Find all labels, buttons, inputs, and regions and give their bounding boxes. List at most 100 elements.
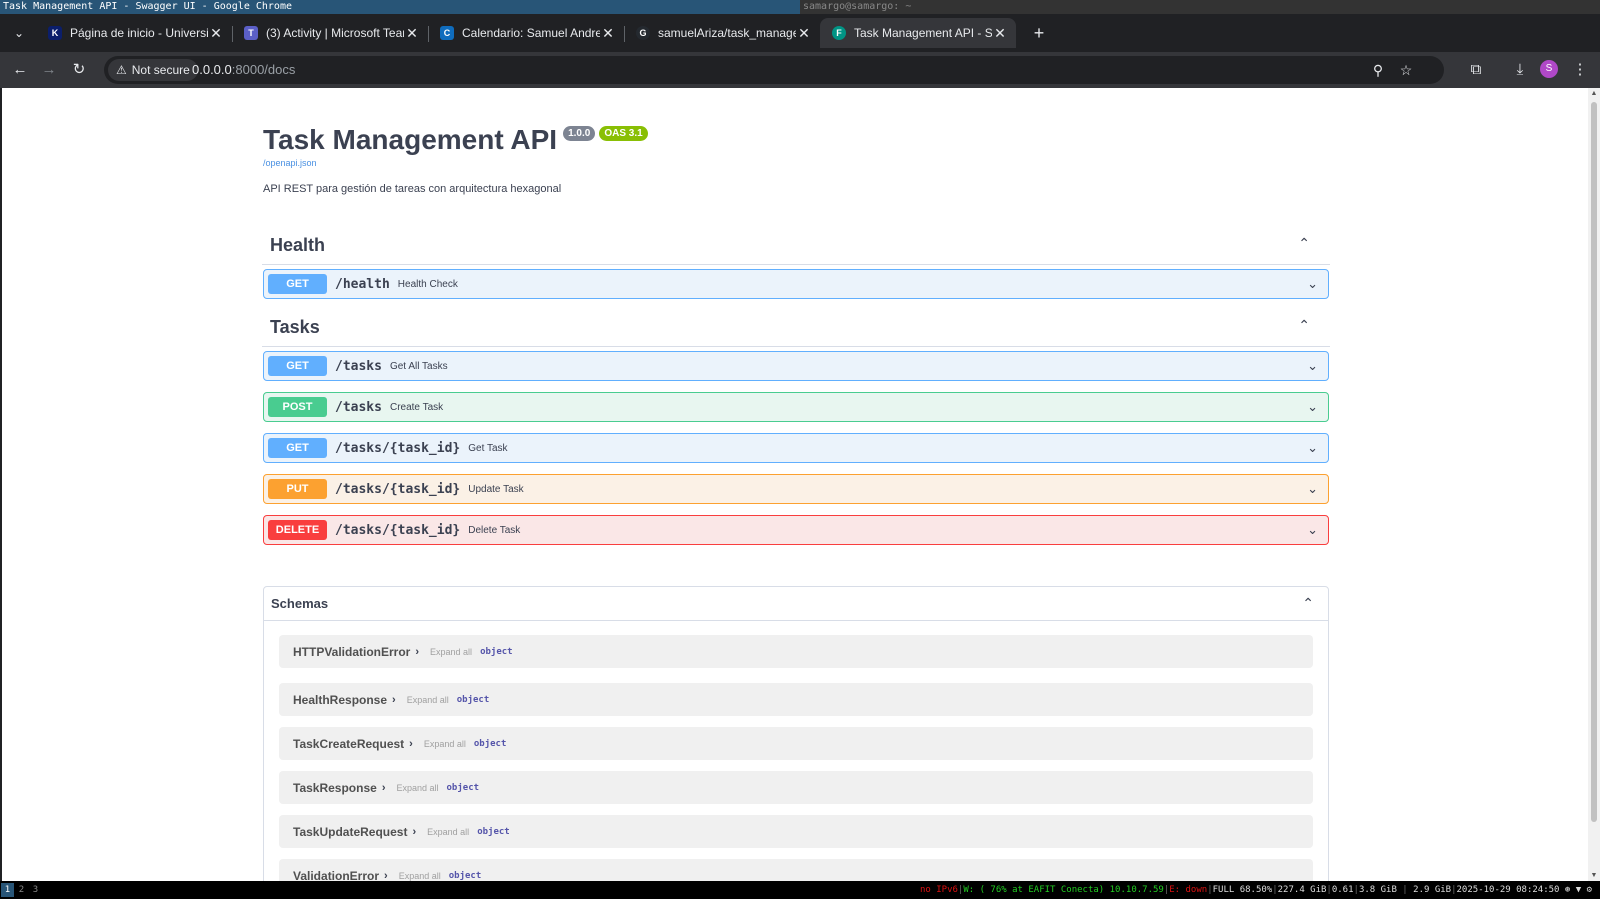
tab-close-icon[interactable]: ✕: [404, 25, 420, 42]
chevron-up-icon[interactable]: ⌃: [1298, 317, 1310, 334]
operation-get-tasks[interactable]: GET /tasks Get All Tasks ⌄: [263, 351, 1329, 381]
model-taskresponse[interactable]: TaskResponse › Expand all object: [279, 771, 1313, 804]
tab-calendario[interactable]: C Calendario: Samuel Andres A ✕: [428, 18, 624, 48]
tab-search-icon[interactable]: ⌄: [10, 24, 28, 42]
chevron-down-icon[interactable]: ⌄: [1307, 440, 1318, 456]
section-health[interactable]: Health ⌃: [262, 227, 1330, 265]
model-taskupdaterequest[interactable]: TaskUpdateRequest › Expand all object: [279, 815, 1313, 848]
window-title: Task Management API - Swagger UI - Googl…: [0, 0, 800, 14]
chevron-down-icon[interactable]: ⌄: [1307, 481, 1318, 497]
reload-icon[interactable]: ↻: [67, 58, 91, 82]
tab-close-icon[interactable]: ✕: [992, 25, 1008, 42]
page-scrollbar[interactable]: ▲ ▼: [1588, 88, 1600, 881]
window-title-bar: Task Management API - Swagger UI - Googl…: [0, 0, 1600, 14]
chevron-right-icon[interactable]: ›: [412, 826, 416, 838]
back-icon[interactable]: ←: [8, 58, 32, 82]
ipv6-status: no IPv6: [919, 885, 958, 895]
tab-close-icon[interactable]: ✕: [796, 25, 812, 42]
version-badge: 1.0.0: [563, 126, 596, 141]
new-tab-icon[interactable]: +: [1030, 24, 1048, 42]
extensions-icon[interactable]: ⧉: [1464, 58, 1488, 82]
section-tasks[interactable]: Tasks ⌃: [262, 309, 1330, 347]
scroll-down-icon[interactable]: ▼: [1588, 872, 1600, 879]
model-validationerror[interactable]: ValidationError › Expand all object: [279, 859, 1313, 881]
profile-avatar[interactable]: S: [1540, 60, 1558, 78]
expand-all-button[interactable]: Expand all: [399, 871, 441, 881]
expand-all-button[interactable]: Expand all: [424, 739, 466, 749]
system-status-bar: 1 2 3 no IPv6|W: ( 76% at EAFIT Conecta)…: [0, 881, 1600, 899]
security-chip[interactable]: ⚠ Not secure: [108, 59, 198, 81]
tab-github[interactable]: G samuelAriza/task_managem ✕: [624, 18, 820, 48]
operation-path: /tasks/{task_id}: [335, 440, 461, 456]
chevron-right-icon[interactable]: ›: [415, 646, 419, 658]
scroll-up-icon[interactable]: ▲: [1588, 90, 1600, 97]
model-type: object: [448, 870, 482, 881]
expand-all-button[interactable]: Expand all: [430, 647, 472, 657]
github-icon: G: [636, 26, 650, 40]
schemas-header[interactable]: Schemas ⌃: [264, 587, 1328, 621]
address-bar[interactable]: ⚠ Not secure 0.0.0.0:8000/docs ⚲ ☆: [104, 56, 1444, 84]
menu-kebab-icon[interactable]: ⋮: [1568, 58, 1592, 82]
chevron-down-icon[interactable]: ⌄: [1307, 358, 1318, 374]
tab-universidad[interactable]: K Página de inicio - Universida ✕: [36, 18, 232, 48]
page-title: Task Management API: [263, 124, 558, 155]
tab-teams[interactable]: T (3) Activity | Microsoft Team ✕: [232, 18, 428, 48]
tab-close-icon[interactable]: ✕: [208, 25, 224, 42]
operation-path: /tasks/{task_id}: [335, 481, 461, 497]
battery-status: FULL 68.50%: [1212, 885, 1273, 895]
openapi-json-link[interactable]: /openapi.json: [263, 158, 317, 168]
model-type: object: [446, 782, 480, 793]
chevron-down-icon[interactable]: ⌄: [1307, 522, 1318, 538]
tab-favicon-icon: K: [48, 26, 62, 40]
chevron-right-icon[interactable]: ›: [382, 782, 386, 794]
other-window-title[interactable]: samargo@samargo: ~: [800, 0, 1600, 14]
chevron-right-icon[interactable]: ›: [409, 738, 413, 750]
url-text[interactable]: 0.0.0.0:8000/docs: [192, 56, 295, 84]
operation-path: /tasks: [335, 399, 382, 415]
bookmark-star-icon[interactable]: ☆: [1394, 58, 1418, 82]
model-name: HealthResponse: [293, 692, 388, 707]
operation-get-health[interactable]: GET /health Health Check ⌄: [263, 269, 1329, 299]
method-badge: GET: [268, 438, 327, 458]
chevron-down-icon[interactable]: ⌄: [1307, 399, 1318, 415]
section-title: Tasks: [270, 317, 320, 337]
operation-get-task[interactable]: GET /tasks/{task_id} Get Task ⌄: [263, 433, 1329, 463]
oas-badge: OAS 3.1: [599, 126, 648, 141]
operation-delete-task[interactable]: DELETE /tasks/{task_id} Delete Task ⌄: [263, 515, 1329, 545]
download-icon[interactable]: ⤓: [1508, 58, 1532, 82]
workspace-1[interactable]: 1: [1, 883, 14, 897]
scrollbar-thumb[interactable]: [1591, 102, 1597, 822]
operation-post-tasks[interactable]: POST /tasks Create Task ⌄: [263, 392, 1329, 422]
model-healthresponse[interactable]: HealthResponse › Expand all object: [279, 683, 1313, 716]
tab-label: (3) Activity | Microsoft Team: [266, 26, 404, 40]
disk-status: 227.4 GiB: [1277, 885, 1327, 895]
tab-close-icon[interactable]: ✕: [600, 25, 616, 42]
operation-put-task[interactable]: PUT /tasks/{task_id} Update Task ⌄: [263, 474, 1329, 504]
zoom-icon[interactable]: ⚲: [1366, 58, 1390, 82]
expand-all-button[interactable]: Expand all: [396, 783, 438, 793]
tab-swagger[interactable]: F Task Management API - Swa ✕: [820, 18, 1016, 48]
url-path: :8000/docs: [231, 62, 296, 77]
network-tray-icon[interactable]: ▼: [1576, 885, 1581, 895]
chevron-up-icon[interactable]: ⌃: [1302, 595, 1314, 612]
operation-summary: Create Task: [389, 401, 444, 413]
settings-tray-icon[interactable]: ⚙: [1587, 885, 1592, 895]
chevron-down-icon[interactable]: ⌄: [1307, 276, 1318, 292]
workspace-3[interactable]: 3: [29, 883, 42, 897]
chevron-right-icon[interactable]: ›: [392, 694, 396, 706]
forward-icon[interactable]: →: [37, 58, 61, 82]
bluetooth-icon[interactable]: ⊛: [1565, 885, 1570, 895]
warning-icon: ⚠: [116, 63, 127, 77]
ethernet-status: E: down: [1169, 885, 1208, 895]
model-taskcreaterequest[interactable]: TaskCreateRequest › Expand all object: [279, 727, 1313, 760]
chevron-right-icon[interactable]: ›: [384, 870, 388, 882]
not-secure-label: Not secure: [131, 63, 190, 77]
model-name: TaskUpdateRequest: [293, 824, 408, 839]
operation-summary: Health Check: [397, 278, 458, 290]
workspace-2[interactable]: 2: [15, 883, 28, 897]
model-httpvalidationerror[interactable]: HTTPValidationError › Expand all object: [279, 635, 1313, 668]
memory-status-2: 2.9 GiB: [1413, 885, 1452, 895]
chevron-up-icon[interactable]: ⌃: [1298, 235, 1310, 252]
expand-all-button[interactable]: Expand all: [407, 695, 449, 705]
expand-all-button[interactable]: Expand all: [427, 827, 469, 837]
